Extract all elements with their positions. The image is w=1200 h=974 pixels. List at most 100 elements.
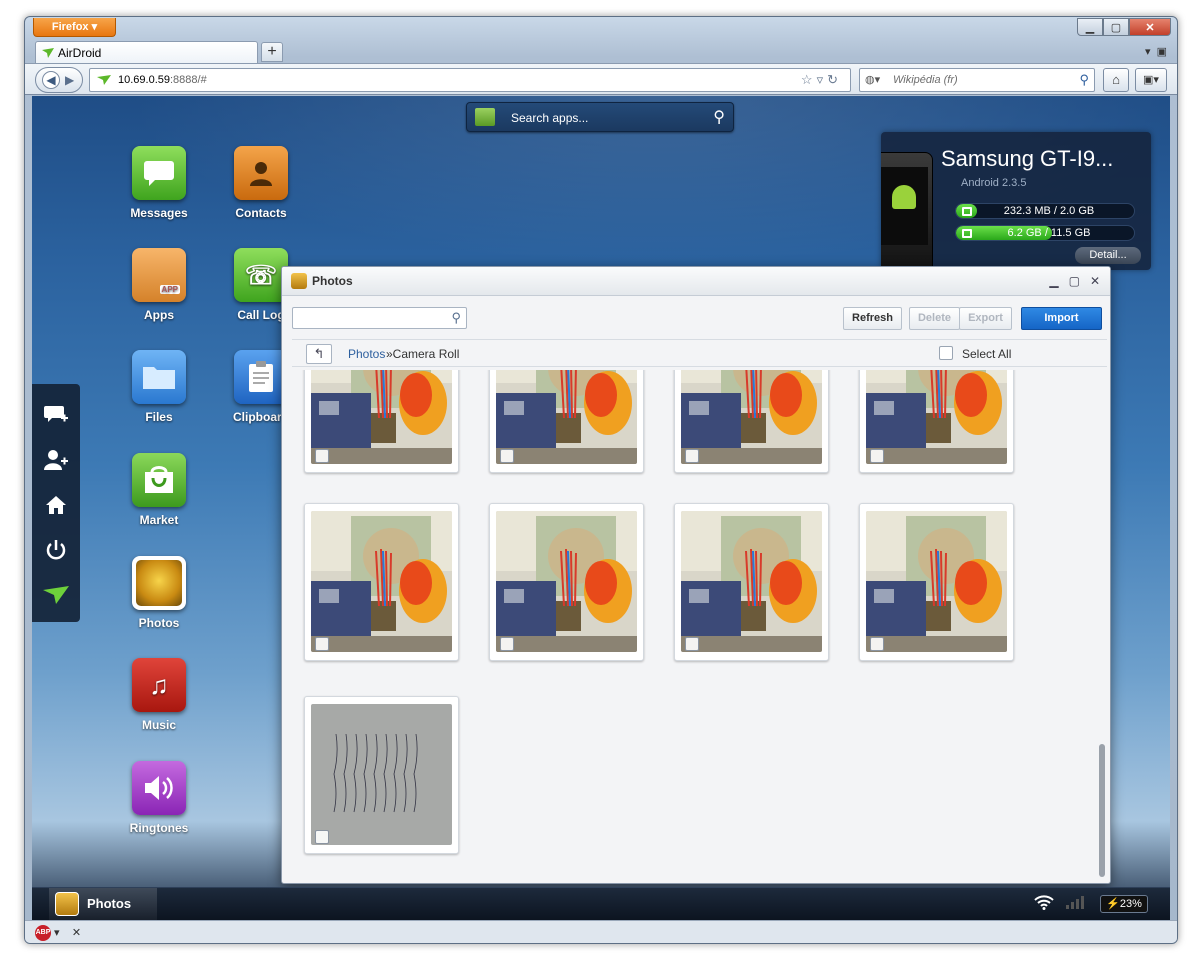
photos-window: Photos ▁ ▢ ✕ ⚲ Refresh Delete Export Imp… <box>281 266 1111 884</box>
web-search-input[interactable]: ◍▾ Wikipédia (fr) ⚲ <box>859 68 1095 92</box>
photo-thumbnail[interactable] <box>304 696 459 854</box>
maximize-icon[interactable]: ▢ <box>1069 274 1080 288</box>
desktop-icon-apps[interactable]: APP Apps <box>109 248 209 322</box>
market-icon <box>132 453 186 507</box>
photo-checkbox[interactable] <box>685 637 699 651</box>
search-placeholder: Wikipédia (fr) <box>893 74 958 86</box>
photo-checkbox[interactable] <box>870 449 884 463</box>
photos-window-title: Photos <box>312 274 353 288</box>
url-host: 10.69.0.59 <box>118 74 170 86</box>
taskbar-item-label: Photos <box>87 896 132 911</box>
desktop-icon-contacts[interactable]: Contacts <box>211 146 311 220</box>
close-addon-bar-icon[interactable]: ✕ <box>72 927 81 939</box>
photo-thumbnail[interactable] <box>674 503 829 661</box>
adblock-plus-icon[interactable]: ABP <box>35 925 51 941</box>
close-icon[interactable]: ✕ <box>1090 274 1100 288</box>
android-version: Android 2.3.5 <box>961 177 1027 189</box>
photo-thumbnail[interactable] <box>304 370 459 473</box>
power-icon[interactable] <box>43 537 69 563</box>
refresh-button[interactable]: Refresh <box>843 307 902 330</box>
search-engine-icon[interactable]: ◍▾ <box>865 73 880 86</box>
search-icon[interactable]: ⚲ <box>713 107 725 127</box>
home-button[interactable]: ⌂ <box>1103 68 1129 92</box>
photo-thumbnail[interactable] <box>489 370 644 473</box>
photos-toolbar: ⚲ Refresh Delete Export Import <box>282 297 1110 339</box>
photo-thumbnail[interactable] <box>859 370 1014 473</box>
photo-checkbox[interactable] <box>315 830 329 844</box>
forward-arrow-icon[interactable]: ▶ <box>65 73 74 87</box>
back-arrow-icon[interactable]: ◀ <box>42 71 60 89</box>
desktop-icon-photos[interactable]: Photos <box>109 556 209 630</box>
taskbar-item-photos[interactable]: Photos <box>49 888 157 920</box>
import-button[interactable]: Import <box>1021 307 1102 330</box>
bookmark-star-icon[interactable]: ☆▿↻ <box>801 72 842 88</box>
photo-thumbnail[interactable] <box>489 503 644 661</box>
battery-percent: 23% <box>1119 897 1142 910</box>
photo-checkbox[interactable] <box>500 449 514 463</box>
close-window-button[interactable]: ✕ <box>1129 18 1171 36</box>
minimize-icon[interactable]: ▁ <box>1049 274 1058 288</box>
select-all-checkbox[interactable] <box>939 346 953 360</box>
contacts-icon <box>234 146 288 200</box>
tab-title: AirDroid <box>58 46 102 60</box>
photo-checkbox[interactable] <box>500 637 514 651</box>
desktop-icon-label: Call Log <box>237 308 285 322</box>
desktop-icon-market[interactable]: Market <box>109 453 209 527</box>
window-controls: ▁ ▢ ✕ <box>1077 18 1171 36</box>
photos-window-titlebar[interactable]: Photos <box>282 267 1110 296</box>
desktop-icon-messages[interactable]: Messages <box>109 146 209 220</box>
photos-icon <box>55 892 79 916</box>
desktop-icon-music[interactable]: ♫ Music <box>109 658 209 732</box>
system-tray: ⚡23% <box>1034 894 1148 913</box>
breadcrumb-photos-link[interactable]: Photos <box>348 347 385 361</box>
photo-image <box>681 370 822 464</box>
search-icon[interactable]: ⚲ <box>1079 72 1089 88</box>
url-path: :8888/# <box>170 74 207 86</box>
maximize-button[interactable]: ▢ <box>1103 18 1129 36</box>
back-arrow-icon[interactable]: ↰ <box>306 344 332 364</box>
photo-checkbox[interactable] <box>870 637 884 651</box>
photo-image <box>496 511 637 652</box>
photo-thumbnail[interactable] <box>859 503 1014 661</box>
scrollbar[interactable] <box>1099 744 1105 877</box>
desktop-icon-label: Files <box>145 410 173 424</box>
photo-thumbnail[interactable] <box>304 503 459 661</box>
detail-button[interactable]: Detail... <box>1075 247 1141 264</box>
desktop-icon-files[interactable]: Files <box>109 350 209 424</box>
bookmarks-button[interactable]: ▣▾ <box>1135 68 1167 92</box>
export-button[interactable]: Export <box>959 307 1012 330</box>
navigation-toolbar: ◀ ▶ 10.69.0.59:8888/# ☆▿↻ ◍▾ Wikipédia (… <box>25 63 1177 95</box>
app-search-input[interactable]: Search apps... ⚲ <box>466 102 734 132</box>
add-contact-icon[interactable] <box>43 447 69 473</box>
tab-list-icons[interactable]: ▾ ▣ <box>1145 45 1167 58</box>
minimize-button[interactable]: ▁ <box>1077 18 1103 36</box>
photo-grid <box>292 370 1088 860</box>
battery-charging-icon: ⚡ <box>1106 897 1120 910</box>
photo-search-input[interactable]: ⚲ <box>292 307 467 329</box>
market-bag-icon <box>475 108 495 126</box>
photo-thumbnail[interactable] <box>674 370 829 473</box>
url-bar[interactable]: 10.69.0.59:8888/# ☆▿↻ <box>89 68 851 92</box>
new-tab-button[interactable]: + <box>261 42 283 62</box>
desktop-icon-label: Messages <box>130 206 188 220</box>
photo-checkbox[interactable] <box>315 449 329 463</box>
battery-indicator: ⚡23% <box>1100 894 1148 913</box>
search-icon[interactable]: ⚲ <box>451 310 461 326</box>
photos-icon <box>132 556 186 610</box>
desktop-icon-label: Ringtones <box>129 821 189 835</box>
home-icon[interactable] <box>43 492 69 518</box>
addon-bar: ABP ▾ ✕ <box>25 920 1177 943</box>
firefox-menu-button[interactable]: Firefox ▾ <box>33 18 116 37</box>
photo-checkbox[interactable] <box>685 449 699 463</box>
breadcrumb-current: »Camera Roll <box>386 347 460 361</box>
delete-button[interactable]: Delete <box>909 307 960 330</box>
photos-icon <box>291 273 307 289</box>
airdroid-logo-icon[interactable] <box>43 582 69 608</box>
tab-airdroid[interactable]: AirDroid <box>35 41 258 63</box>
desktop-icon-ringtones[interactable]: Ringtones <box>109 761 209 835</box>
storage-usage-text: 6.2 GB / 11.5 GB <box>1007 227 1091 239</box>
photo-image <box>681 511 822 652</box>
select-all-label[interactable]: Select All <box>962 347 1011 361</box>
new-message-icon[interactable] <box>43 402 69 428</box>
photo-checkbox[interactable] <box>315 637 329 651</box>
